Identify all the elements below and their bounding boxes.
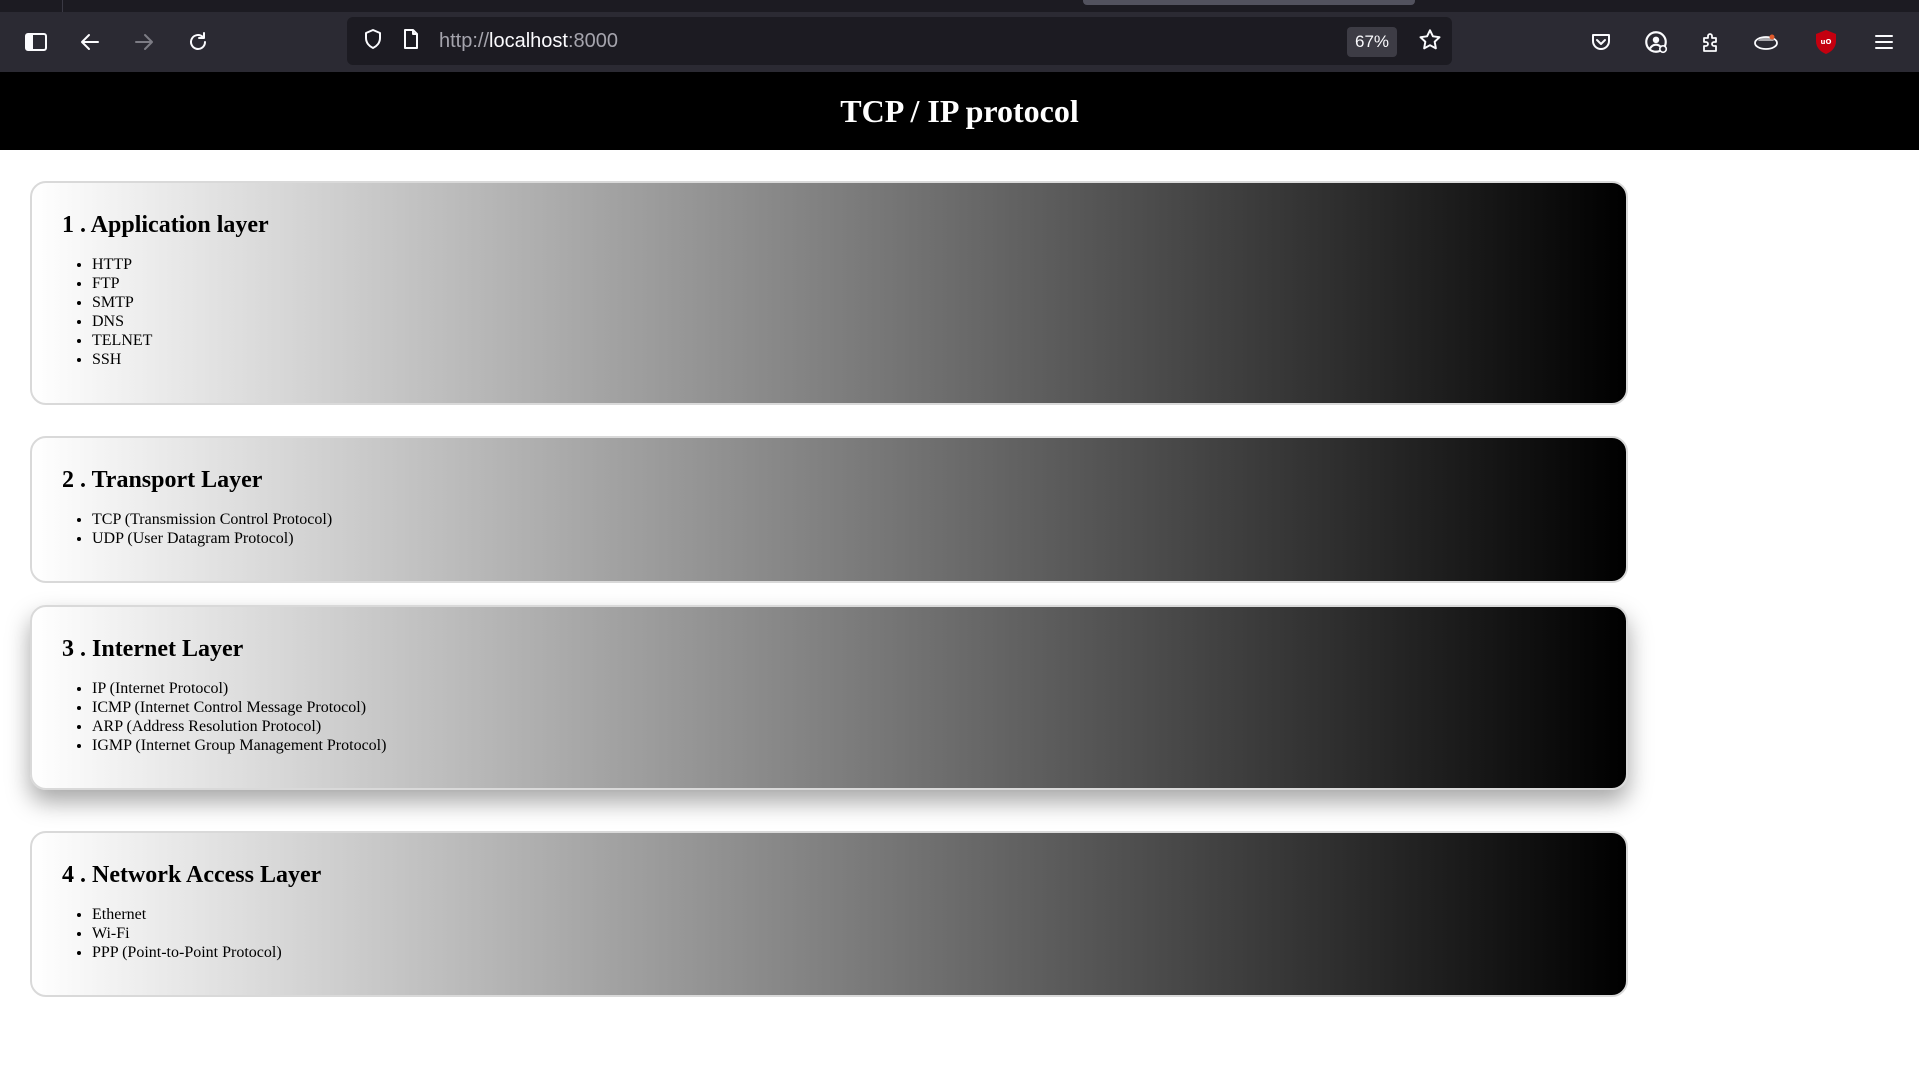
url-host: localhost [489, 30, 568, 52]
back-icon [78, 30, 102, 54]
tab-strip [0, 0, 1919, 12]
pocket-icon [1589, 30, 1613, 54]
svg-text:uO: uO [1821, 38, 1832, 46]
layer-card-network-access: 4 . Network Access Layer Ethernet Wi-Fi … [30, 831, 1628, 997]
reload-button[interactable] [178, 22, 218, 62]
bookmark-button[interactable] [1415, 27, 1445, 57]
list-item: HTTP [92, 255, 1596, 274]
account-icon [1643, 29, 1669, 55]
pocket-button[interactable] [1581, 22, 1621, 62]
page-icon [399, 27, 423, 56]
tracking-protection-button[interactable] [361, 27, 385, 56]
url-scheme: http:// [439, 30, 490, 52]
menu-button[interactable] [1864, 22, 1904, 62]
protocol-list: TCP (Transmission Control Protocol) UDP … [62, 510, 1596, 548]
forward-icon [132, 30, 156, 54]
address-bar[interactable]: http://localhost:8000 67% [347, 17, 1452, 65]
list-item: UDP (User Datagram Protocol) [92, 529, 1596, 548]
page-title: TCP / IP protocol [840, 92, 1079, 129]
extensions-button[interactable] [1691, 22, 1731, 62]
list-item: IP (Internet Protocol) [92, 679, 1596, 698]
menu-icon [1872, 30, 1896, 54]
extension-icon [1752, 30, 1780, 54]
layer-title: 4 . Network Access Layer [62, 862, 322, 888]
ublock-icon: uO [1814, 29, 1838, 55]
list-item: TCP (Transmission Control Protocol) [92, 510, 1596, 529]
protocol-list: IP (Internet Protocol) ICMP (Internet Co… [62, 679, 1596, 755]
url-port: :8000 [567, 30, 619, 52]
page-header: TCP / IP protocol [0, 72, 1919, 150]
layer-title: 2 . Transport Layer [62, 467, 263, 493]
active-tab[interactable] [1083, 0, 1415, 5]
extensions-icon [1699, 30, 1723, 54]
zoom-level-button[interactable]: 67% [1347, 27, 1397, 57]
shield-icon [361, 27, 385, 56]
list-item: SSH [92, 350, 1596, 369]
layer-card-application: 1 . Application layer HTTP FTP SMTP DNS … [30, 181, 1628, 405]
sidebar-icon [24, 30, 48, 54]
url-text[interactable]: http://localhost:8000 [439, 30, 618, 52]
layer-title: 1 . Application layer [62, 212, 269, 238]
account-button[interactable] [1636, 22, 1676, 62]
back-button[interactable] [70, 22, 110, 62]
layer-title: 3 . Internet Layer [62, 636, 244, 662]
list-item: TELNET [92, 331, 1596, 350]
list-item: Wi-Fi [92, 924, 1596, 943]
site-info-button[interactable] [399, 27, 423, 56]
list-item: IGMP (Internet Group Management Protocol… [92, 736, 1596, 755]
ublock-button[interactable]: uO [1806, 22, 1846, 62]
sidebar-toggle-button[interactable] [16, 22, 56, 62]
star-icon [1417, 27, 1443, 58]
browser-toolbar: http://localhost:8000 67% uO [0, 0, 1919, 72]
list-item: ARP (Address Resolution Protocol) [92, 717, 1596, 736]
layer-card-internet: 3 . Internet Layer IP (Internet Protocol… [30, 605, 1628, 790]
tab-divider [62, 0, 63, 12]
protocol-list: Ethernet Wi-Fi PPP (Point-to-Point Proto… [62, 905, 1596, 962]
reload-icon [186, 30, 210, 54]
list-item: FTP [92, 274, 1596, 293]
protocol-list: HTTP FTP SMTP DNS TELNET SSH [62, 255, 1596, 369]
list-item: Ethernet [92, 905, 1596, 924]
extension-button[interactable] [1746, 22, 1786, 62]
forward-button[interactable] [124, 22, 164, 62]
list-item: SMTP [92, 293, 1596, 312]
list-item: ICMP (Internet Control Message Protocol) [92, 698, 1596, 717]
layer-card-transport: 2 . Transport Layer TCP (Transmission Co… [30, 436, 1628, 583]
list-item: DNS [92, 312, 1596, 331]
list-item: PPP (Point-to-Point Protocol) [92, 943, 1596, 962]
